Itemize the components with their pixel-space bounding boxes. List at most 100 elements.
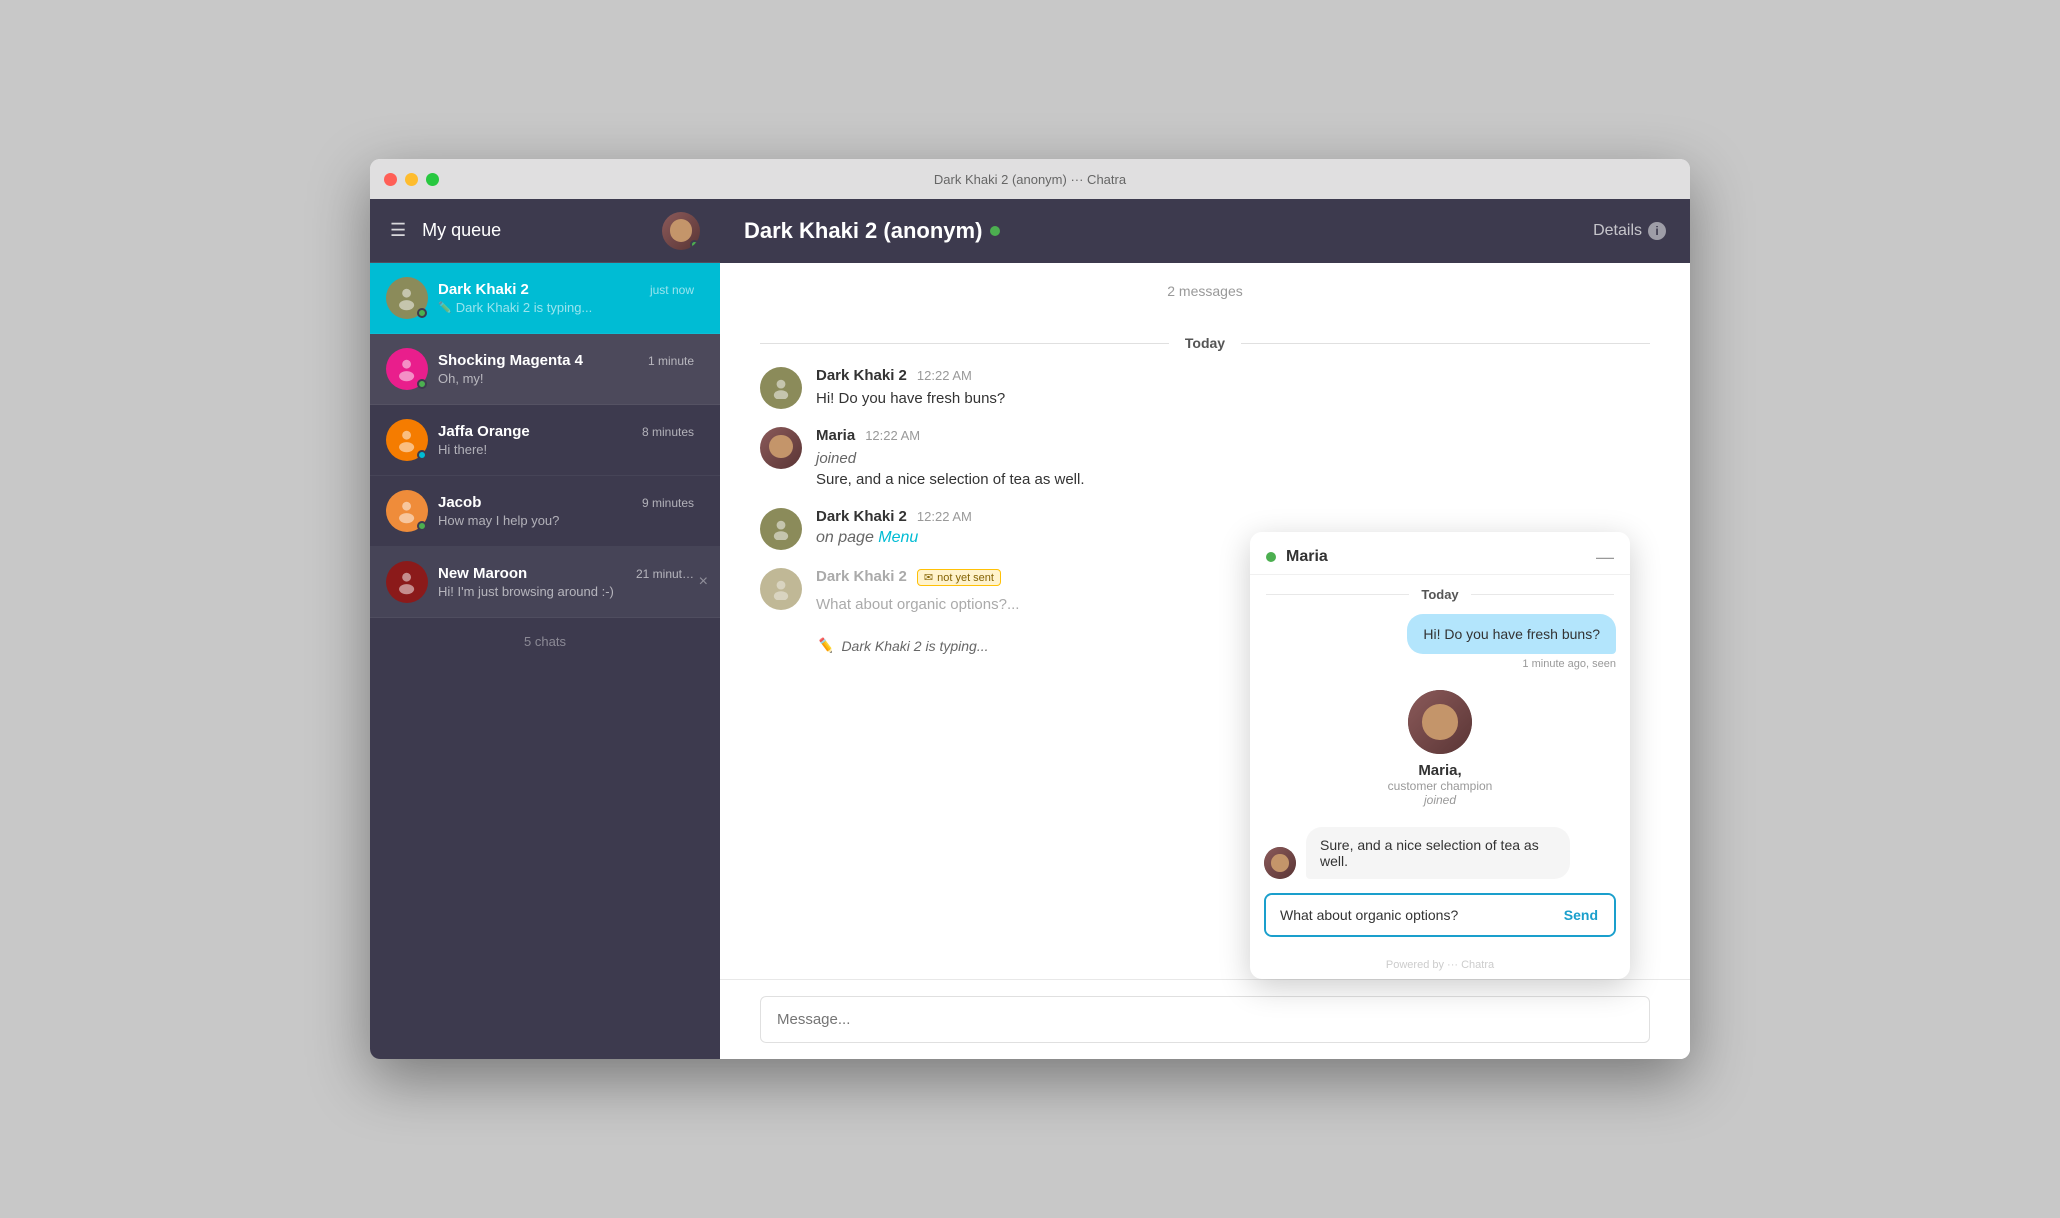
widget-online-dot bbox=[1266, 552, 1276, 562]
sidebar-header: ☰ My queue bbox=[370, 199, 720, 263]
chat-avatar-new-maroon bbox=[386, 561, 428, 603]
details-button[interactable]: Details i bbox=[1593, 222, 1666, 240]
online-dot-2 bbox=[417, 379, 427, 389]
widget-header: Maria — bbox=[1250, 532, 1630, 575]
widget-agent-row: Maria, customer champion joined bbox=[1264, 682, 1616, 815]
chat-info-5: New Maroon 21 minut… Hi! I'm just browsi… bbox=[428, 565, 704, 599]
widget-today-divider: Today bbox=[1250, 575, 1630, 614]
info-icon: i bbox=[1648, 222, 1666, 240]
msg-header-2: Maria 12:22 AM bbox=[816, 427, 1650, 444]
online-dot-1 bbox=[417, 308, 427, 318]
chat-header-name: Dark Khaki 2 (anonym) bbox=[744, 218, 1593, 244]
msg-joined-2: joined bbox=[816, 448, 1650, 469]
typing-pencil-icon: ✏️ bbox=[438, 301, 452, 314]
delete-chat-button[interactable]: × bbox=[699, 573, 708, 591]
close-button[interactable] bbox=[384, 173, 397, 186]
chat-widget: Maria — Today Hi! Do you have fresh buns… bbox=[1250, 532, 1630, 979]
sidebar: ☰ My queue bbox=[370, 199, 720, 1059]
chat-preview-3: Hi there! bbox=[438, 442, 694, 457]
chat-name-2: Shocking Magenta 4 bbox=[438, 352, 583, 369]
msg-text-1: Hi! Do you have fresh buns? bbox=[816, 388, 1650, 409]
day-divider-text: Today bbox=[1185, 335, 1225, 351]
widget-bubble-meta: 1 minute ago, seen bbox=[1522, 658, 1616, 670]
message-row-1: Dark Khaki 2 12:22 AM Hi! Do you have fr… bbox=[760, 367, 1650, 409]
widget-today-label: Today bbox=[1421, 587, 1458, 602]
chat-list: Dark Khaki 2 just now ✏️ Dark Khaki 2 is… bbox=[370, 263, 720, 1059]
typing-pencil-icon: ✏️ bbox=[816, 637, 833, 654]
chat-item-new-maroon[interactable]: New Maroon 21 minut… Hi! I'm just browsi… bbox=[370, 547, 720, 618]
chat-time-2: 1 minute bbox=[648, 354, 694, 368]
messages-count: 2 messages bbox=[760, 283, 1650, 299]
chat-preview-5: Hi! I'm just browsing around :-) bbox=[438, 584, 694, 599]
chat-avatar-shocking-magenta bbox=[386, 348, 428, 390]
day-divider-line bbox=[760, 343, 1169, 344]
widget-agent-avatar-small bbox=[1264, 847, 1296, 879]
chat-item-jacob[interactable]: Jacob 9 minutes How may I help you? bbox=[370, 476, 720, 547]
chat-main: Dark Khaki 2 (anonym) Details i 2 messag… bbox=[720, 199, 1690, 1059]
chat-info-3: Jaffa Orange 8 minutes Hi there! bbox=[428, 423, 704, 457]
widget-bubble-out-container: Hi! Do you have fresh buns? 1 minute ago… bbox=[1264, 614, 1616, 670]
sidebar-title: My queue bbox=[422, 220, 646, 241]
chat-name-3: Jaffa Orange bbox=[438, 423, 530, 440]
online-dot-4 bbox=[417, 521, 427, 531]
chat-time-1: just now bbox=[650, 283, 694, 297]
chat-item-dark-khaki-2[interactable]: Dark Khaki 2 just now ✏️ Dark Khaki 2 is… bbox=[370, 263, 720, 334]
widget-divider-line-right bbox=[1471, 594, 1614, 595]
chat-time-3: 8 minutes bbox=[642, 425, 694, 439]
maximize-button[interactable] bbox=[426, 173, 439, 186]
msg-sender-2: Maria bbox=[816, 427, 855, 444]
chat-header: Dark Khaki 2 (anonym) Details i bbox=[720, 199, 1690, 263]
widget-incoming-bubble-row: Sure, and a nice selection of tea as wel… bbox=[1264, 827, 1616, 879]
widget-minimize-button[interactable]: — bbox=[1596, 548, 1614, 566]
msg-header-3: Dark Khaki 2 12:22 AM bbox=[816, 508, 1650, 525]
msg-time-2: 12:22 AM bbox=[865, 428, 920, 443]
msg-avatar-4 bbox=[760, 568, 802, 610]
window-controls bbox=[384, 173, 439, 186]
msg-avatar-1 bbox=[760, 367, 802, 409]
agent-avatar[interactable] bbox=[662, 212, 700, 250]
widget-divider-line-left bbox=[1266, 594, 1409, 595]
chat-count: 5 chats bbox=[370, 618, 720, 665]
msg-sender-3: Dark Khaki 2 bbox=[816, 508, 907, 525]
not-sent-badge: ✉ not yet sent bbox=[917, 569, 1001, 586]
chat-input-area bbox=[720, 979, 1690, 1059]
page-link[interactable]: Menu bbox=[878, 529, 918, 546]
msg-sender-1: Dark Khaki 2 bbox=[816, 367, 907, 384]
msg-time-1: 12:22 AM bbox=[917, 368, 972, 383]
widget-footer: Powered by ··· Chatra bbox=[1250, 951, 1630, 979]
header-online-dot bbox=[990, 226, 1000, 236]
chat-item-jaffa-orange[interactable]: Jaffa Orange 8 minutes Hi there! bbox=[370, 405, 720, 476]
chat-name-1: Dark Khaki 2 bbox=[438, 281, 529, 298]
chat-name-5: New Maroon bbox=[438, 565, 527, 582]
msg-content-2: Maria 12:22 AM joined Sure, and a nice s… bbox=[816, 427, 1650, 490]
chat-time-5: 21 minut… bbox=[636, 567, 694, 581]
day-divider-line-right bbox=[1241, 343, 1650, 344]
chat-name-4: Jacob bbox=[438, 494, 481, 511]
app-window: Dark Khaki 2 (anonym) ··· Chatra ☰ My qu… bbox=[370, 159, 1690, 1059]
agent-online-indicator bbox=[690, 240, 699, 249]
widget-messages: Hi! Do you have fresh buns? 1 minute ago… bbox=[1250, 614, 1630, 879]
widget-agent-name: Maria, bbox=[1418, 762, 1461, 779]
main-area: ☰ My queue bbox=[370, 199, 1690, 1059]
widget-input-area: Send bbox=[1264, 893, 1616, 937]
widget-message-input[interactable] bbox=[1266, 895, 1548, 935]
day-divider: Today bbox=[760, 335, 1650, 351]
chat-info-4: Jacob 9 minutes How may I help you? bbox=[428, 494, 704, 528]
message-input[interactable] bbox=[760, 996, 1650, 1043]
menu-icon[interactable]: ☰ bbox=[390, 220, 406, 241]
chat-preview-4: How may I help you? bbox=[438, 513, 694, 528]
msg-text-2: Sure, and a nice selection of tea as wel… bbox=[816, 469, 1650, 490]
chat-preview-1: ✏️ Dark Khaki 2 is typing... bbox=[438, 300, 694, 315]
minimize-button[interactable] bbox=[405, 173, 418, 186]
msg-avatar-2 bbox=[760, 427, 802, 469]
chat-item-shocking-magenta[interactable]: Shocking Magenta 4 1 minute Oh, my! bbox=[370, 334, 720, 405]
online-dot-3 bbox=[417, 450, 427, 460]
widget-agent-title: customer champion bbox=[1388, 779, 1493, 793]
widget-agent-joined: joined bbox=[1424, 793, 1456, 807]
widget-send-button[interactable]: Send bbox=[1548, 895, 1614, 935]
chat-avatar-jaffa-orange bbox=[386, 419, 428, 461]
chat-preview-2: Oh, my! bbox=[438, 371, 694, 386]
chat-avatar-jacob bbox=[386, 490, 428, 532]
msg-sender-4: Dark Khaki 2 bbox=[816, 568, 907, 585]
widget-title: Maria bbox=[1286, 548, 1586, 566]
